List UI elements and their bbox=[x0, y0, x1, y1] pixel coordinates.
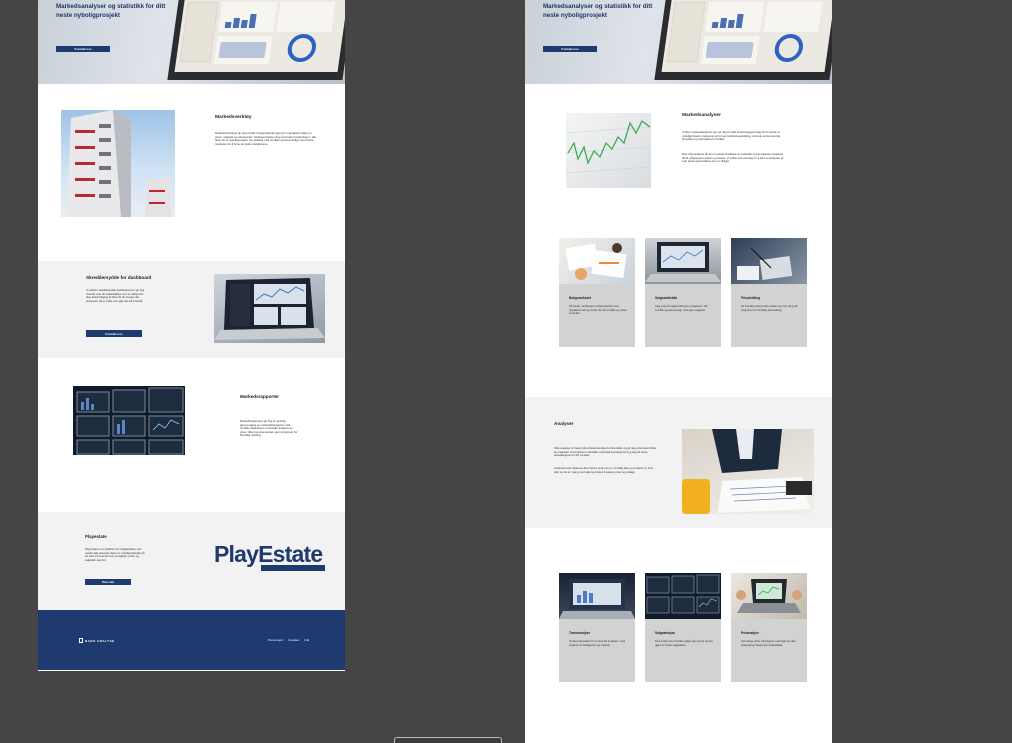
section-title-markedsanalyser: Markedsanalyser bbox=[682, 113, 721, 118]
section-body-analyser-2: Analysene kan tilpasses dine behov, ente… bbox=[554, 467, 654, 474]
laptop-dashboard-image bbox=[214, 274, 325, 343]
section-body-markedsanalyser-2: Med våre analyser får du en tydelig fors… bbox=[682, 153, 784, 164]
hero-section: Markedsanalyser og statistikk for ditt n… bbox=[525, 0, 832, 84]
dashboard-screen-graphic bbox=[179, 1, 336, 64]
footer-links: Personvern Cookies Info bbox=[268, 638, 309, 642]
footer-brand-text: NABO ANALYSE bbox=[85, 638, 115, 643]
business-meeting-image bbox=[682, 429, 814, 514]
section-title-markedsverktoy: Markedsverktøy bbox=[215, 115, 252, 120]
playestate-logo-text: PlayEstate bbox=[214, 541, 323, 567]
footer-link-personvern[interactable]: Personvern bbox=[268, 638, 283, 642]
card-body: Sett riktige priser på boligene med hjel… bbox=[741, 640, 796, 647]
section-title-dashboard: Skreddersydde for dashboard bbox=[86, 275, 152, 280]
card-title: Salgsanalyse bbox=[655, 631, 676, 635]
card-title: Tomteanalyse bbox=[569, 631, 591, 635]
section-body-dashboard: Vi utvikler skreddersydde dashboard som … bbox=[86, 289, 145, 303]
card-title: Prisanalyse bbox=[741, 631, 759, 635]
hero-title: Markedsanalyser og statistikk for ditt n… bbox=[543, 3, 653, 19]
playestate-section: Playestate Playestate er en plattform fo… bbox=[38, 512, 345, 610]
hero-contact-button[interactable]: Kontakt oss bbox=[543, 46, 597, 52]
card-body: Få innsikt i utviklingen i boligmarkedet… bbox=[569, 305, 627, 316]
site-footer: NABO ANALYSE Personvern Cookies Info bbox=[38, 610, 345, 670]
feature-card[interactable]: Tomteanalyse Vurder potensialet for en t… bbox=[559, 573, 635, 682]
section-title-analyser: Analyser bbox=[554, 421, 574, 426]
card-body: Vurder potensialet for en tomt før du kj… bbox=[569, 640, 625, 647]
section-body-markedsverktoy: Markedsverktøyet gir deg innsikt i bolig… bbox=[215, 131, 317, 147]
design-canvas: Markedsanalyser og statistikk for ditt n… bbox=[0, 0, 1012, 743]
feature-card[interactable]: Prisutvikling Se hvordan prisene har utv… bbox=[731, 238, 807, 347]
section-body-markedsanalyser-1: Vi tilbyr markedsanalyser som gir deg et… bbox=[682, 131, 781, 142]
laptop-image bbox=[654, 0, 832, 80]
analyser-section: Analyser Våre analyser er basert på omfa… bbox=[525, 397, 832, 528]
hero-title: Markedsanalyser og statistikk for ditt n… bbox=[56, 3, 166, 19]
card-image bbox=[559, 238, 635, 284]
monitors-wall-image bbox=[73, 386, 185, 455]
stock-chart-image bbox=[566, 113, 651, 188]
right-page-artboard[interactable]: Markedsanalyser og statistikk for ditt n… bbox=[525, 0, 832, 743]
section-title-playestate: Playestate bbox=[85, 534, 107, 539]
footer-link-info[interactable]: Info bbox=[304, 638, 309, 642]
section-body-playestate: Playestate er en plattform for boligutvi… bbox=[85, 548, 145, 562]
dashboard-screen-graphic bbox=[666, 1, 823, 64]
card-body: Se hvordan prisene har utviklet seg over… bbox=[741, 305, 798, 312]
card-body: Følg med på salgsutviklingen i prosjekte… bbox=[655, 305, 708, 312]
playestate-logo-bar bbox=[261, 565, 325, 571]
hero-section: Markedsanalyser og statistikk for ditt n… bbox=[38, 0, 345, 84]
feature-card[interactable]: Prisanalyse Sett riktige priser på bolig… bbox=[731, 573, 807, 682]
card-image bbox=[731, 238, 807, 284]
footer-brand[interactable]: NABO ANALYSE bbox=[79, 638, 115, 643]
card-image bbox=[731, 573, 807, 619]
apartment-building-image bbox=[61, 110, 175, 217]
playestate-try-button[interactable]: Prøv det bbox=[85, 579, 131, 585]
card-title: Salgsstatistikk bbox=[655, 296, 678, 300]
section-title-markedsrapporter: Markedsrapporter bbox=[240, 394, 280, 399]
card-image bbox=[645, 573, 721, 619]
card-title: Boligmarkedet bbox=[569, 296, 592, 300]
footer-link-cookies[interactable]: Cookies bbox=[288, 638, 299, 642]
dashboard-contact-button[interactable]: Kontakt oss bbox=[86, 330, 142, 337]
hero-contact-button[interactable]: Kontakt oss bbox=[56, 46, 110, 52]
feature-card[interactable]: Boligmarkedet Få innsikt i utviklingen i… bbox=[559, 238, 635, 347]
card-image bbox=[645, 238, 721, 284]
feature-card[interactable]: Salgsstatistikk Følg med på salgsutvikli… bbox=[645, 238, 721, 347]
brand-logo-icon bbox=[79, 638, 83, 643]
card-title: Prisutvikling bbox=[741, 296, 761, 300]
feature-card[interactable]: Salgsanalyse Få oversikt over hvordan sa… bbox=[645, 573, 721, 682]
left-page-artboard[interactable]: Markedsanalyser og statistikk for ditt n… bbox=[38, 0, 345, 671]
laptop-image bbox=[167, 0, 345, 80]
card-body: Få oversikt over hvordan salget går og h… bbox=[655, 640, 713, 647]
playestate-logo[interactable]: PlayEstate bbox=[214, 542, 326, 572]
canvas-scrollbar[interactable] bbox=[394, 737, 502, 743]
dashboard-section: Skreddersydde for dashboard Vi utvikler … bbox=[38, 261, 345, 358]
section-body-markedsrapporter: Markedsrapportene gir deg en grundig gje… bbox=[240, 420, 298, 438]
section-body-analyser-1: Våre analyser er basert på omfattende da… bbox=[554, 447, 656, 458]
card-image bbox=[559, 573, 635, 619]
